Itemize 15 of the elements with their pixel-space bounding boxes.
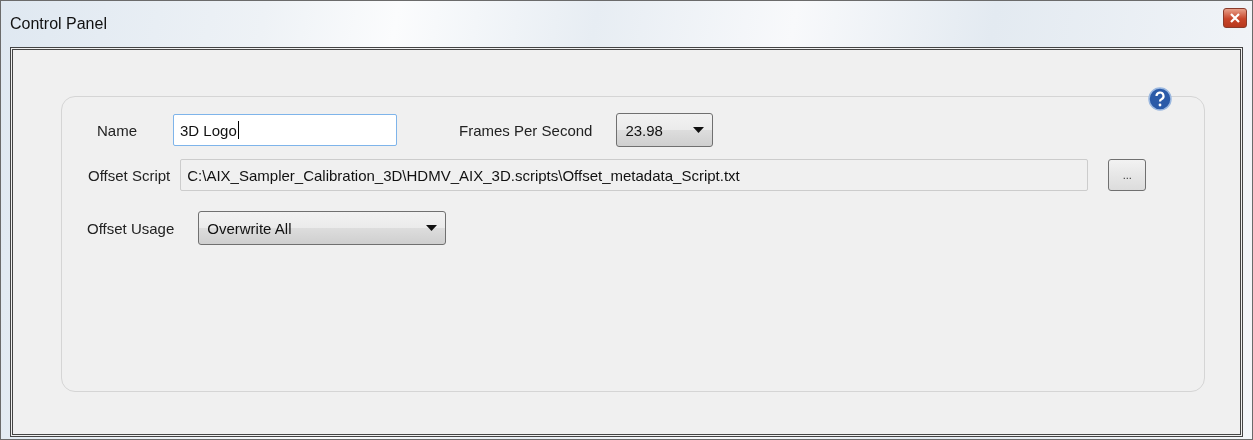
window-title: Control Panel	[10, 15, 107, 33]
close-button[interactable]	[1223, 8, 1247, 28]
dropdown-arrow-icon	[693, 127, 705, 133]
offset-script-label: Offset Script	[88, 166, 171, 184]
offset-script-field[interactable]: C:\AIX_Sampler_Calibration_3D\HDMV_AIX_3D.scripts\Offset_metadata_Script.txt	[180, 159, 1089, 191]
name-label: Name	[97, 121, 137, 139]
fps-dropdown[interactable]: 23.98	[616, 113, 714, 147]
name-input[interactable]: 3D Logo	[173, 114, 397, 146]
fps-label: Frames Per Second	[459, 121, 593, 139]
dropdown-arrow-icon	[426, 225, 438, 231]
browse-button[interactable]: ...	[1108, 159, 1147, 191]
offset-usage-label: Offset Usage	[87, 219, 175, 237]
help-icon[interactable]	[1148, 87, 1172, 111]
close-icon	[1230, 13, 1240, 23]
offset-usage-dropdown[interactable]: Overwrite All	[198, 211, 447, 245]
